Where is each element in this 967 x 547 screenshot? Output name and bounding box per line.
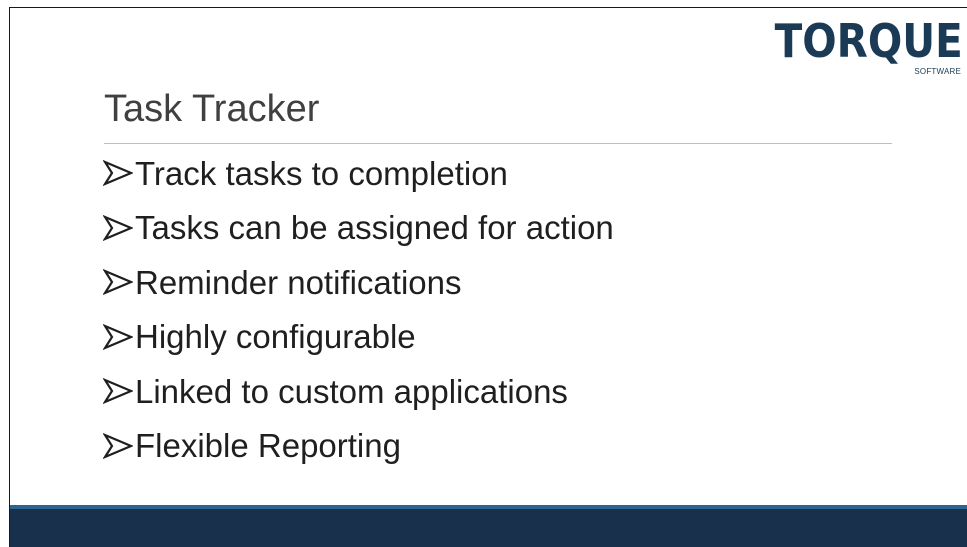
bullet-text: Track tasks to completion [135, 154, 508, 192]
arrow-bullet-icon [103, 432, 133, 459]
bullet-text: Highly configurable [135, 318, 416, 356]
title-divider [104, 143, 892, 144]
slide: TORQUE SOFTWARE Task Tracker Track tasks… [0, 0, 967, 547]
bullet-item: Tasks can be assigned for action [103, 201, 614, 256]
arrow-bullet-icon [103, 378, 133, 405]
slide-border-top [9, 7, 967, 8]
logo-wordmark: TORQUE [774, 14, 963, 68]
bullet-item: Linked to custom applications [103, 364, 614, 419]
footer-bar [10, 509, 967, 547]
arrow-bullet-icon [103, 323, 133, 350]
arrow-bullet-icon [103, 160, 133, 187]
bullet-text: Tasks can be assigned for action [135, 209, 614, 247]
arrow-bullet-icon [103, 214, 133, 241]
bullet-item: Highly configurable [103, 310, 614, 365]
bullet-item: Track tasks to completion [103, 146, 614, 201]
bullet-item: Flexible Reporting [103, 419, 614, 474]
slide-title: Task Tracker [104, 88, 320, 130]
bullet-text: Linked to custom applications [135, 372, 568, 410]
bullet-text: Flexible Reporting [135, 427, 401, 465]
torque-logo: TORQUE SOFTWARE [773, 18, 963, 86]
slide-border-left [9, 7, 10, 547]
bullet-text: Reminder notifications [135, 263, 462, 301]
bullet-item: Reminder notifications [103, 255, 614, 310]
arrow-bullet-icon [103, 269, 133, 296]
logo-subtitle: SOFTWARE [914, 67, 961, 76]
bullet-list: Track tasks to completion Tasks can be a… [103, 146, 614, 473]
